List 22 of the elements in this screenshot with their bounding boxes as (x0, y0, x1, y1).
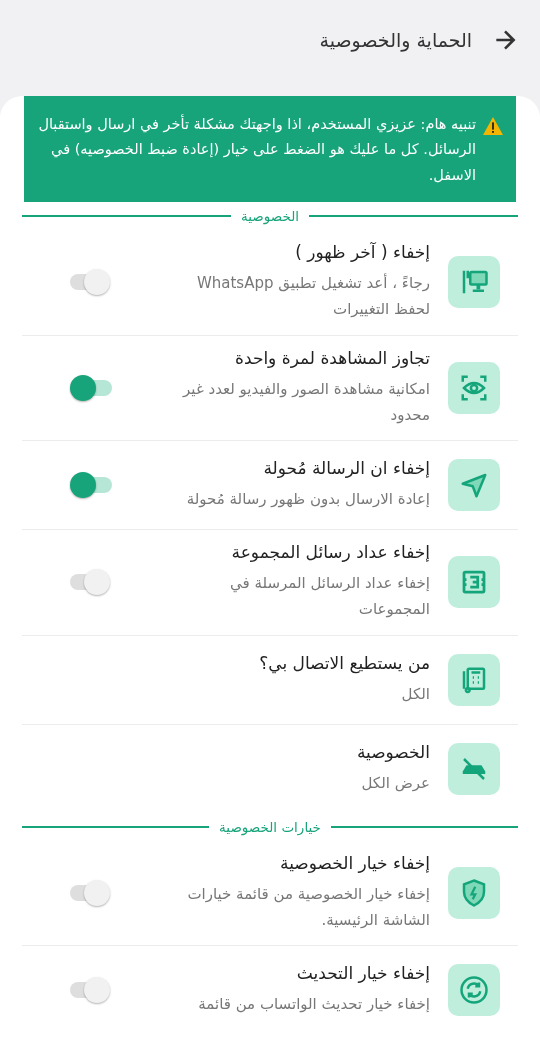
setting-title: إخفاء ( آخر ظهور ) (294, 242, 430, 263)
section-heading: الخصوصية (240, 208, 299, 225)
warning-icon (482, 116, 504, 136)
setting-title: إخفاء ان الرسالة مُحولة (262, 458, 430, 478)
setting-title: إخفاء خيار الخصوصية (279, 852, 430, 873)
setting-description: امكانية مشاهدة الصور والفيديو لعدد غير محدود (181, 378, 430, 426)
refresh-icon (459, 975, 489, 1006)
setting-title: تجاوز المشاهدة لمرة واحدة (234, 347, 430, 368)
setting-description: إخفاء عداد الرسائل المرسلة في المجموعات (228, 573, 430, 621)
setting-description: الكل (400, 683, 430, 705)
setting-description: رجاءً ، أعد تشغيل تطبيق WhatsApp لحفظ التغييرات (195, 272, 430, 321)
section-heading: خيارات الخصوصية (219, 818, 321, 835)
setting-title: من يستطيع الاتصال بي؟ (258, 652, 430, 673)
setting-title: إخفاء عداد رسائل المجموعة (230, 542, 430, 563)
screen-title: الحماية والخصوصية (319, 29, 472, 51)
setting-description: إخفاء خيار الخصوصية من قائمة خيارات الشاشة الرئيسية. (186, 883, 430, 931)
setting-title: إخفاء خيار التحديث (295, 963, 430, 983)
setting-title: الخصوصية (355, 741, 430, 762)
notice-text: تنبيه هام: عزيزي المستخدم، اذا واجهتك مشكلة تأخر في ارسال واستقبال الرسائل. كل ما عليك هو الضغط على خيار (إعادة ضبط الخصوصيه) في الاسفل. (37, 113, 476, 185)
setting-description: عرض الكل (360, 772, 430, 794)
setting-description: إخفاء خيار تحديث الواتساب من قائمة (197, 994, 430, 1015)
setting-description: إعادة الارسال بدون ظهور رسالة مُحولة (185, 489, 430, 510)
